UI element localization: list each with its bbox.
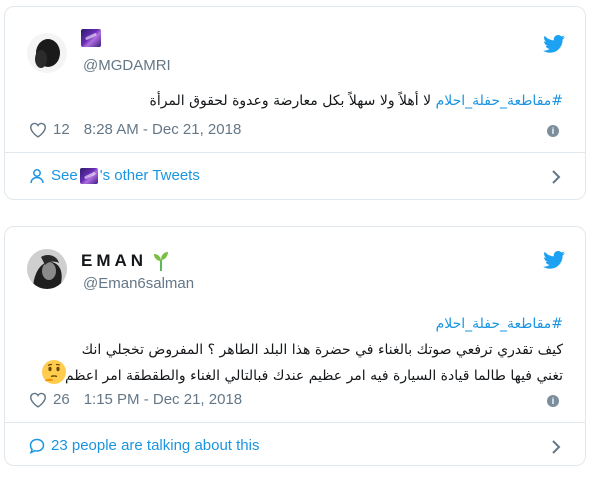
tweet-timestamp[interactable]: 8:28 AM - Dec 21, 2018 — [84, 121, 242, 138]
person-icon — [29, 168, 45, 184]
display-name[interactable]: EMAN — [81, 251, 147, 271]
tweet-meta: 12 8:28 AM - Dec 21, 2018 — [29, 121, 241, 138]
tweet-text: #مقاطعة_حفلة_احلام كيف تقدري ترفعي صوتك … — [27, 311, 563, 389]
tweet-line: كيف تقدري ترفعي صوتك بالغناء في حضرة هذا… — [81, 342, 563, 358]
twitter-bird-icon[interactable] — [543, 35, 565, 53]
other-tweets-label: 's other Tweets — [99, 167, 200, 184]
conversation-label: 23 people are talking about this — [51, 437, 260, 454]
user-handle[interactable]: @Eman6salman — [83, 275, 194, 292]
conversation-link[interactable]: 23 people are talking about this — [29, 437, 259, 454]
galaxy-emoji-icon — [81, 29, 101, 47]
divider — [5, 152, 585, 153]
tweet-card[interactable]: @MGDAMRI #مقاطعة_حفلة_احلام لا أهلاً ولا… — [4, 6, 586, 200]
divider — [5, 422, 585, 423]
info-icon[interactable]: i — [547, 395, 559, 407]
display-name-row[interactable]: EMAN — [81, 251, 169, 271]
galaxy-emoji-icon — [79, 167, 98, 184]
display-name-row[interactable] — [81, 29, 101, 47]
see-label: See — [51, 167, 78, 184]
tweet-line: تغني فيها طالما قيادة السيارة فيه امر عظ… — [65, 368, 563, 384]
tweet-body: لا أهلاً ولا سهلاً بكل معارضة وعدوة لحقو… — [149, 93, 432, 109]
hashtag-link[interactable]: #مقاطعة_حفلة_احلام — [27, 311, 563, 337]
tweet-timestamp[interactable]: 1:15 PM - Dec 21, 2018 — [84, 391, 242, 408]
see-other-tweets-link[interactable]: See 's other Tweets — [29, 167, 200, 184]
info-icon[interactable]: i — [547, 125, 559, 137]
hashtag-link[interactable]: #مقاطعة_حفلة_احلام — [436, 93, 563, 109]
heart-icon[interactable] — [29, 122, 47, 138]
heart-icon[interactable] — [29, 392, 47, 408]
tweet-text: #مقاطعة_حفلة_احلام لا أهلاً ولا سهلاً بك… — [27, 93, 563, 109]
chevron-right-icon[interactable] — [551, 440, 561, 454]
like-count[interactable]: 26 — [53, 391, 70, 408]
like-count[interactable]: 12 — [53, 121, 70, 138]
speech-bubble-icon — [29, 438, 45, 454]
thinking-face-emoji-icon — [41, 359, 67, 385]
twitter-bird-icon[interactable] — [543, 251, 565, 269]
user-handle[interactable]: @MGDAMRI — [83, 57, 171, 74]
avatar[interactable] — [27, 33, 67, 73]
avatar[interactable] — [27, 249, 67, 289]
chevron-right-icon[interactable] — [551, 170, 561, 184]
tweet-card[interactable]: EMAN @Eman6salman #مقاطعة_حفلة_احلام كيف… — [4, 226, 586, 466]
sprout-emoji-icon — [153, 251, 169, 271]
tweet-meta: 26 1:15 PM - Dec 21, 2018 — [29, 391, 242, 408]
